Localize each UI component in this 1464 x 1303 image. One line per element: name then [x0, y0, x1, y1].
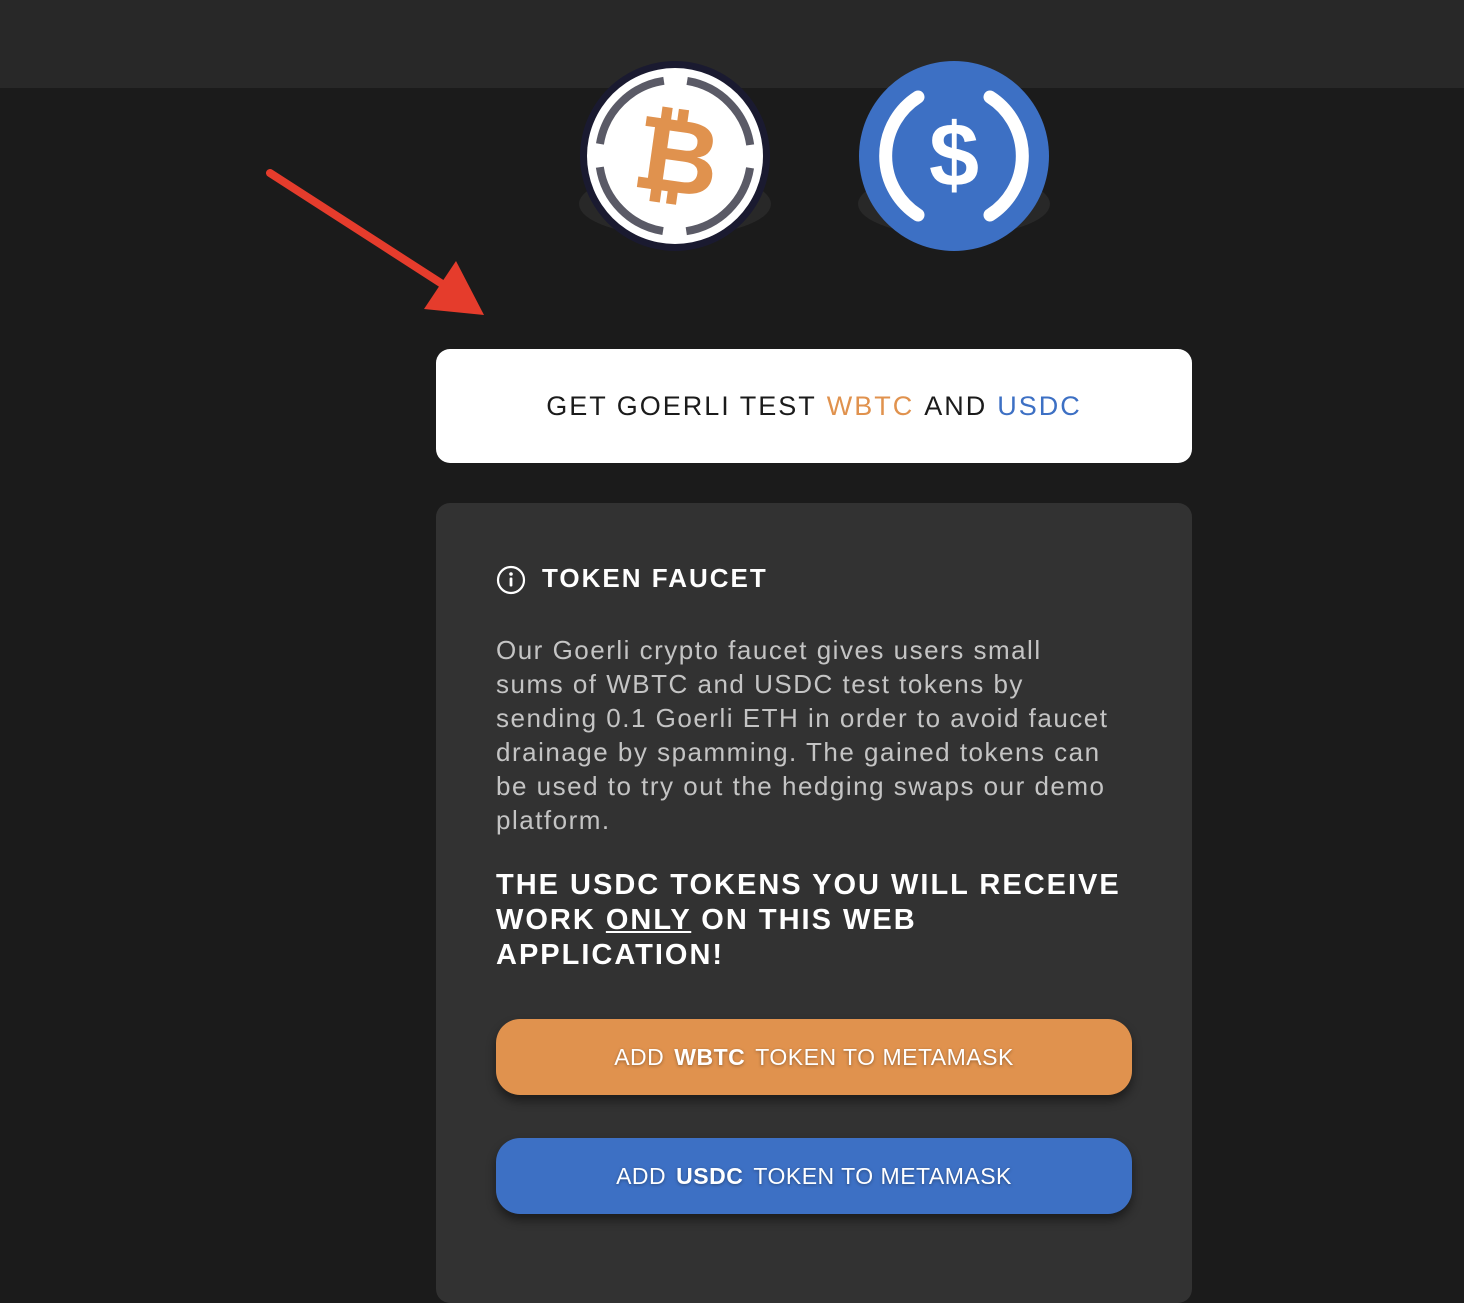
- usdc-coin-group: $: [858, 0, 1050, 251]
- svg-text:₿: ₿: [627, 94, 727, 221]
- title-usdc: USDC: [997, 390, 1082, 421]
- button-suffix: TOKEN TO METAMASK: [753, 1162, 1012, 1189]
- add-usdc-to-metamask-button[interactable]: ADD USDC TOKEN TO METAMASK: [496, 1138, 1132, 1214]
- red-arrow-annotation: [266, 169, 484, 315]
- title-wbtc: WBTC: [826, 390, 915, 421]
- faucet-title: TOKEN FAUCET: [542, 562, 768, 593]
- page-title-card: GET GOERLI TEST WBTC AND USDC: [436, 349, 1192, 463]
- faucet-description: Our Goerli crypto faucet gives users sma…: [496, 635, 1109, 835]
- usdc-coin-icon: $: [859, 61, 1049, 251]
- button-token: WBTC: [674, 1043, 746, 1070]
- wbtc-coin-icon: ₿: [580, 61, 770, 251]
- wbtc-coin-group: ₿: [579, 0, 771, 251]
- button-prefix: ADD: [616, 1162, 667, 1189]
- token-faucet-card: TOKEN FAUCET Our Goerli crypto faucet gi…: [436, 503, 1192, 1303]
- button-token: USDC: [676, 1162, 744, 1189]
- button-suffix: TOKEN TO METAMASK: [755, 1043, 1014, 1070]
- svg-text:$: $: [929, 106, 979, 206]
- info-icon: [496, 565, 526, 595]
- usdc-warning: THE USDC TOKENS YOU WILL RECEIVE WORK ON…: [496, 868, 1126, 973]
- faucet-header: TOKEN FAUCET: [496, 561, 768, 595]
- button-prefix: ADD: [614, 1043, 665, 1070]
- title-prefix: GET GOERLI TEST: [546, 390, 817, 421]
- title-joiner: AND: [924, 390, 988, 421]
- add-wbtc-to-metamask-button[interactable]: ADD WBTC TOKEN TO METAMASK: [496, 1019, 1132, 1095]
- warning-emphasis: ONLY: [605, 904, 692, 936]
